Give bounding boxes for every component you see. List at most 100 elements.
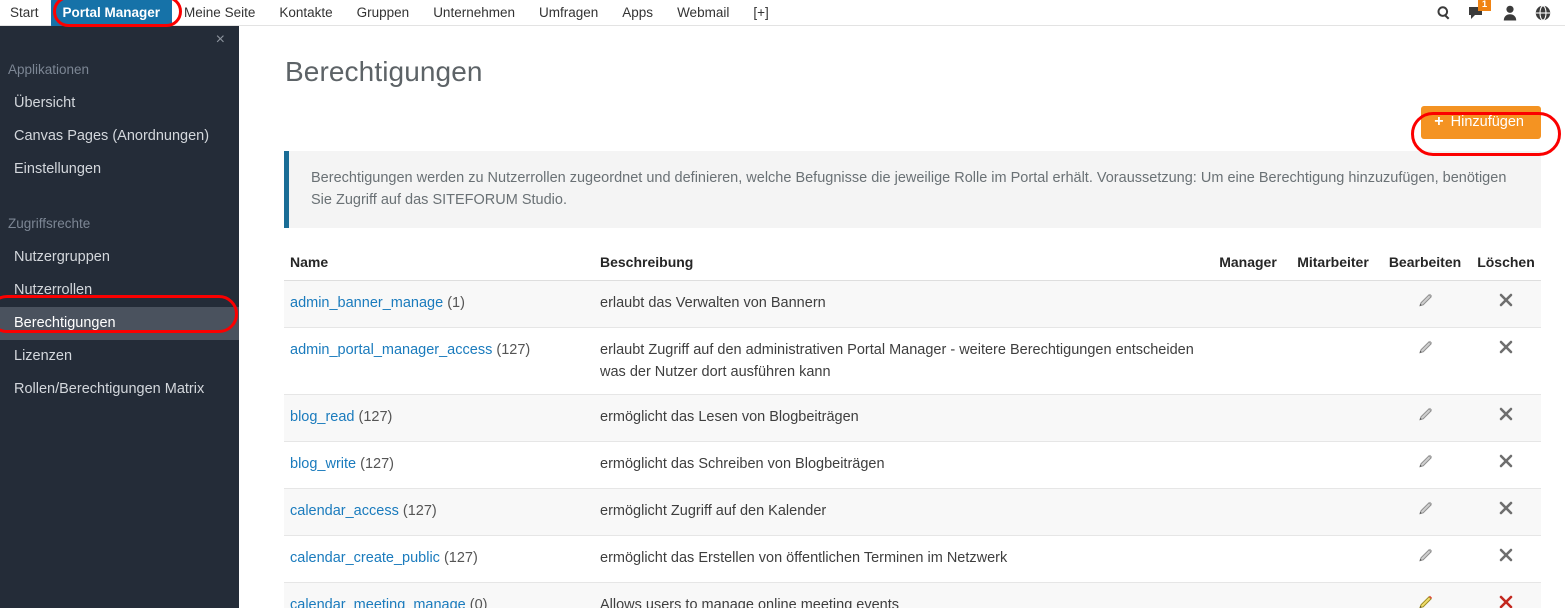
table-row: calendar_access (127) ermöglicht Zugriff … xyxy=(284,488,1541,536)
cell-delete xyxy=(1471,327,1541,395)
cell-name: calendar_create_public (127) xyxy=(284,535,592,583)
cell-delete xyxy=(1471,394,1541,442)
cell-manager xyxy=(1209,327,1287,395)
table-header-row: Name Beschreibung Manager Mitarbeiter Be… xyxy=(284,248,1541,281)
delete-cross-icon xyxy=(1498,406,1514,422)
cell-manager xyxy=(1209,488,1287,536)
messages-icon[interactable]: 1 xyxy=(1468,0,1491,21)
nav-item-webmail[interactable]: Webmail xyxy=(665,0,741,26)
permission-count: (127) xyxy=(402,503,437,519)
cell-description: ermöglicht das Schreiben von Blogbeiträg… xyxy=(592,441,1209,489)
globe-icon[interactable] xyxy=(1534,4,1551,21)
add-button-label: Hinzufügen xyxy=(1450,114,1524,130)
table-row: blog_write (127) ermöglicht das Schreiben… xyxy=(284,441,1541,489)
cell-description: Allows users to manage online meeting ev… xyxy=(592,582,1209,608)
cell-description: erlaubt Zugriff auf den administrativen … xyxy=(592,327,1209,395)
edit-pencil-icon xyxy=(1417,500,1434,517)
edit-pencil-icon[interactable] xyxy=(1417,594,1434,608)
plus-icon: + xyxy=(1434,113,1444,130)
permission-link[interactable]: calendar_create_public xyxy=(290,550,440,566)
delete-cross-icon xyxy=(1498,339,1514,355)
table-body: admin_banner_manage (1) erlaubt das Verwa… xyxy=(284,280,1541,608)
delete-cross-icon[interactable] xyxy=(1498,594,1514,608)
cell-name: blog_read (127) xyxy=(284,394,592,442)
table-row: admin_banner_manage (1) erlaubt das Verwa… xyxy=(284,280,1541,328)
cell-delete xyxy=(1471,582,1541,608)
column-header-bearbeiten[interactable]: Bearbeiten xyxy=(1379,248,1471,281)
delete-cross-icon xyxy=(1498,500,1514,516)
nav-item-kontakte[interactable]: Kontakte xyxy=(267,0,344,26)
edit-pencil-icon xyxy=(1417,292,1434,309)
cell-name: admin_banner_manage (1) xyxy=(284,280,592,328)
cell-name: blog_write (127) xyxy=(284,441,592,489)
permission-link[interactable]: admin_portal_manager_access xyxy=(290,342,492,358)
permission-link[interactable]: blog_write xyxy=(290,456,356,472)
table-row: blog_read (127) ermöglicht das Lesen von … xyxy=(284,394,1541,442)
cell-edit xyxy=(1379,535,1471,583)
permissions-table-wrapper: Name Beschreibung Manager Mitarbeiter Be… xyxy=(284,248,1541,608)
add-button[interactable]: + Hinzufügen xyxy=(1421,106,1541,139)
cell-mitarbeiter xyxy=(1287,280,1379,328)
cell-mitarbeiter xyxy=(1287,488,1379,536)
delete-cross-icon xyxy=(1498,453,1514,469)
table-row: admin_portal_manager_access (127) erlaubt… xyxy=(284,327,1541,395)
permission-count: (127) xyxy=(360,456,394,472)
cell-manager xyxy=(1209,582,1287,608)
cell-delete xyxy=(1471,280,1541,328)
cell-manager xyxy=(1209,441,1287,489)
sidebar-item-einstellungen[interactable]: Einstellungen xyxy=(0,153,239,186)
cell-name: calendar_access (127) xyxy=(284,488,592,536)
cell-description: ermöglicht das Lesen von Blogbeiträgen xyxy=(592,394,1209,442)
nav-item-unternehmen[interactable]: Unternehmen xyxy=(421,0,527,26)
edit-pencil-icon xyxy=(1417,547,1434,564)
user-icon[interactable] xyxy=(1501,4,1518,21)
cell-mitarbeiter xyxy=(1287,327,1379,395)
top-navigation-bar: Start Portal Manager Meine Seite Kontakte Gr… xyxy=(0,0,1565,27)
permission-link[interactable]: calendar_meeting_manage xyxy=(290,597,466,608)
cell-delete xyxy=(1471,488,1541,536)
table-row: calendar_create_public (127) ermöglicht d… xyxy=(284,535,1541,583)
sidebar-item-nutzergruppen[interactable]: Nutzergruppen xyxy=(0,241,239,274)
permission-count: (127) xyxy=(496,342,531,358)
column-header-mitarbeiter[interactable]: Mitarbeiter xyxy=(1287,248,1379,281)
sidebar-item-lizenzen[interactable]: Lizenzen xyxy=(0,340,239,373)
close-icon[interactable]: × xyxy=(216,32,225,48)
edit-pencil-icon xyxy=(1417,406,1434,423)
sidebar-item-bersicht[interactable]: Übersicht xyxy=(0,87,239,120)
permission-count: (0) xyxy=(469,597,488,608)
sidebar-item-rollen-berechtigungen-matrix[interactable]: Rollen/Berechtigungen Matrix xyxy=(0,373,239,406)
cell-description: ermöglicht Zugriff auf den Kalender xyxy=(592,488,1209,536)
nav-icon-group: 1 xyxy=(1435,0,1565,21)
cell-name: calendar_meeting_manage (0) xyxy=(284,582,592,608)
column-header-description[interactable]: Beschreibung xyxy=(592,248,1209,281)
cell-mitarbeiter xyxy=(1287,535,1379,583)
sidebar-item-canvas-pages-anordnungen[interactable]: Canvas Pages (Anordnungen) xyxy=(0,120,239,153)
nav-item-start[interactable]: Start xyxy=(0,0,51,26)
permission-link[interactable]: calendar_access xyxy=(290,503,399,519)
sidebar-item-nutzerrollen[interactable]: Nutzerrollen xyxy=(0,274,239,307)
cell-description: erlaubt das Verwalten von Bannern xyxy=(592,280,1209,328)
cell-edit xyxy=(1379,280,1471,328)
permission-link[interactable]: admin_banner_manage xyxy=(290,295,443,311)
cell-manager xyxy=(1209,280,1287,328)
cell-edit xyxy=(1379,488,1471,536)
nav-item-portal-manager[interactable]: Portal Manager xyxy=(50,0,173,27)
column-header-loeschen[interactable]: Löschen xyxy=(1471,248,1541,281)
nav-item-meine-seite[interactable]: Meine Seite xyxy=(172,0,267,26)
edit-pencil-icon xyxy=(1417,453,1434,470)
sidebar-group-title-0: Applikationen xyxy=(8,62,90,77)
sidebar-item-berechtigungen[interactable]: Berechtigungen xyxy=(0,307,239,340)
column-header-name[interactable]: Name xyxy=(284,248,592,281)
delete-cross-icon xyxy=(1498,547,1514,563)
messages-badge: 1 xyxy=(1478,0,1491,11)
nav-item-apps[interactable]: Apps xyxy=(610,0,665,26)
permission-link[interactable]: blog_read xyxy=(290,409,355,425)
permission-count: (1) xyxy=(447,295,465,311)
column-header-manager[interactable]: Manager xyxy=(1209,248,1287,281)
nav-item-gruppen[interactable]: Gruppen xyxy=(345,0,422,26)
nav-item-[interactable]: [+] xyxy=(741,0,780,26)
sidebar-group-title-1: Zugriffsrechte xyxy=(8,216,91,231)
nav-item-umfragen[interactable]: Umfragen xyxy=(527,0,610,26)
search-icon[interactable] xyxy=(1435,4,1452,21)
cell-mitarbeiter xyxy=(1287,394,1379,442)
